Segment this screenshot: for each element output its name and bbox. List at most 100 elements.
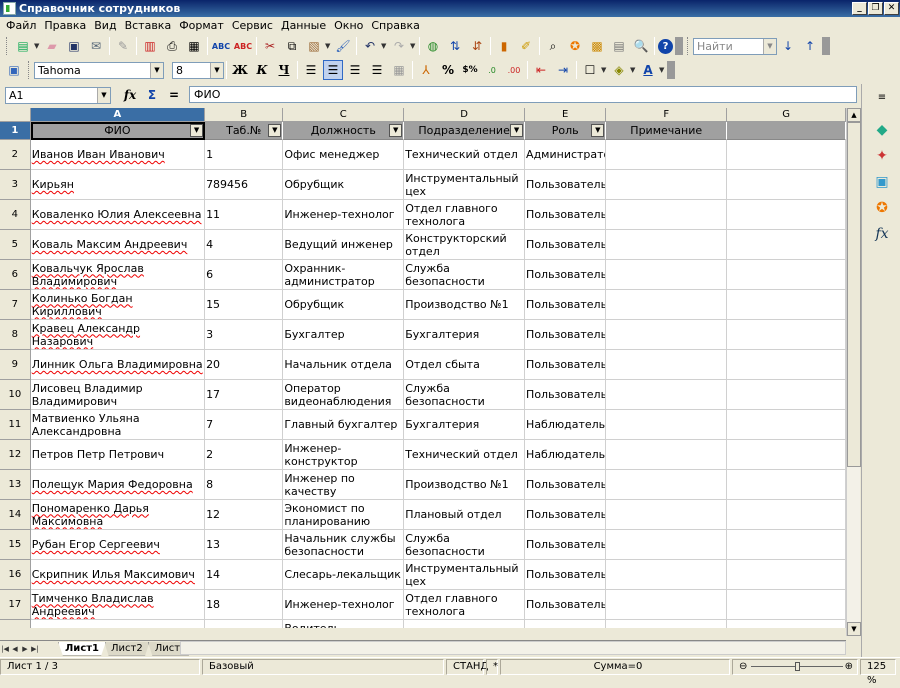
table-cell[interactable]: Конструкторский отдел: [404, 230, 526, 260]
horizontal-scrollbar[interactable]: [180, 641, 846, 655]
styles-icon[interactable]: ✦: [872, 146, 892, 166]
zoom-icon[interactable]: 🔍: [631, 36, 651, 56]
merge-cells-icon[interactable]: ▦: [389, 60, 409, 80]
row-header[interactable]: 9: [0, 350, 31, 380]
italic-button[interactable]: К: [252, 60, 272, 80]
font-color-icon[interactable]: A: [638, 60, 658, 80]
table-cell[interactable]: [727, 470, 846, 500]
table-cell[interactable]: [606, 350, 728, 380]
table-cell[interactable]: [727, 590, 846, 620]
zoom-slider[interactable]: ⊖ ⊕: [732, 658, 858, 675]
table-header-cell[interactable]: Должность ▼: [283, 122, 405, 140]
chevron-down-icon[interactable]: ▼: [659, 66, 666, 74]
table-cell[interactable]: 3: [205, 320, 284, 350]
font-size-select[interactable]: 8 ▼: [172, 61, 224, 79]
toolbar-grip[interactable]: [28, 61, 31, 79]
prev-sheet-icon[interactable]: ◀: [10, 645, 20, 653]
row-header[interactable]: 3: [0, 170, 31, 200]
table-cell[interactable]: Производство №1: [404, 470, 526, 500]
new-icon[interactable]: ▤: [13, 36, 33, 56]
table-cell[interactable]: Ведущий инженер: [283, 230, 405, 260]
print-icon[interactable]: ⎙: [162, 36, 182, 56]
find-icon[interactable]: ⌕: [543, 36, 563, 56]
table-cell[interactable]: Коваленко Юлия Алексеевна: [30, 200, 206, 230]
scroll-up-icon[interactable]: ▲: [847, 108, 861, 122]
table-cell[interactable]: Кравец Александр Назарович: [30, 320, 206, 350]
percent-icon[interactable]: %: [438, 60, 458, 80]
table-cell[interactable]: Пользователь: [525, 530, 607, 560]
table-cell[interactable]: 7: [205, 410, 284, 440]
table-cell[interactable]: [727, 170, 846, 200]
table-cell[interactable]: [606, 410, 728, 440]
table-cell[interactable]: Водитель-экспедитор: [283, 620, 405, 628]
table-cell[interactable]: 2: [205, 440, 284, 470]
table-cell[interactable]: 18: [205, 590, 284, 620]
save-icon[interactable]: ▣: [64, 36, 84, 56]
table-cell[interactable]: Пользователь: [525, 170, 607, 200]
redo-icon[interactable]: ↷: [389, 36, 409, 56]
zoom-thumb[interactable]: [795, 661, 800, 671]
underline-button[interactable]: Ч: [274, 60, 294, 80]
edit-icon[interactable]: ✎: [113, 36, 133, 56]
chevron-down-icon[interactable]: ▼: [325, 42, 332, 50]
status-sum[interactable]: Сумма=0: [500, 658, 730, 675]
table-cell[interactable]: Пользователь: [525, 470, 607, 500]
table-cell[interactable]: [727, 410, 846, 440]
table-cell[interactable]: Петров Петр Петрович: [30, 440, 206, 470]
chevron-down-icon[interactable]: ▼: [150, 62, 163, 78]
table-cell[interactable]: Инженер-конструктор: [283, 440, 405, 470]
table-header-cell[interactable]: Подразделение ▼: [404, 122, 526, 140]
table-cell[interactable]: Служба безопасности: [404, 260, 526, 290]
sort-asc-icon[interactable]: ⇅: [445, 36, 465, 56]
undo-icon[interactable]: ↶: [360, 36, 380, 56]
table-cell[interactable]: [727, 350, 846, 380]
table-cell[interactable]: [606, 200, 728, 230]
table-cell[interactable]: [727, 140, 846, 170]
table-cell[interactable]: Администратор: [525, 140, 607, 170]
status-insert-mode[interactable]: СТАНД: [446, 658, 488, 675]
row-header[interactable]: 12: [0, 440, 31, 470]
table-cell[interactable]: Матвиенко Ульяна Александровна: [30, 410, 206, 440]
table-cell[interactable]: 12: [205, 500, 284, 530]
currency-icon[interactable]: $%: [460, 60, 480, 80]
table-header-cell[interactable]: Примечание: [606, 122, 728, 140]
table-cell[interactable]: Пользователь: [525, 290, 607, 320]
table-cell[interactable]: Коваль Максим Андреевич: [30, 230, 206, 260]
table-cell[interactable]: 15: [205, 290, 284, 320]
table-cell[interactable]: Обрубщик: [283, 170, 405, 200]
menu-item[interactable]: Окно: [330, 19, 367, 32]
row-header[interactable]: 6: [0, 260, 31, 290]
table-cell[interactable]: Пользователь: [525, 500, 607, 530]
gallery-icon[interactable]: ▣: [872, 172, 892, 192]
chevron-down-icon[interactable]: ▼: [381, 42, 388, 50]
chevron-down-icon[interactable]: ▼: [410, 42, 417, 50]
menu-item[interactable]: Вставка: [121, 19, 176, 32]
menu-item[interactable]: Формат: [175, 19, 228, 32]
row-header[interactable]: 4: [0, 200, 31, 230]
column-header[interactable]: E: [525, 108, 607, 122]
scroll-down-icon[interactable]: ▼: [847, 622, 861, 636]
table-cell[interactable]: Инженер-технолог: [283, 200, 405, 230]
table-cell[interactable]: Инженер-технолог: [283, 590, 405, 620]
autofilter-button[interactable]: ▼: [190, 124, 204, 137]
table-cell[interactable]: [606, 470, 728, 500]
row-header[interactable]: 15: [0, 530, 31, 560]
sheet-tab-2[interactable]: Лист2: [104, 641, 150, 656]
copy-icon[interactable]: ⧉: [282, 36, 302, 56]
menu-item[interactable]: Вид: [90, 19, 120, 32]
spellcheck-icon[interactable]: ABC: [211, 36, 231, 56]
table-cell[interactable]: 14: [205, 560, 284, 590]
table-cell[interactable]: [727, 230, 846, 260]
row-header[interactable]: 2: [0, 140, 31, 170]
table-cell[interactable]: 8: [205, 470, 284, 500]
table-cell[interactable]: Пользователь: [525, 260, 607, 290]
column-header[interactable]: B: [205, 108, 284, 122]
table-cell[interactable]: [727, 380, 846, 410]
first-sheet-icon[interactable]: |◀: [0, 645, 10, 653]
close-button[interactable]: ✕: [884, 2, 899, 15]
autofilter-button[interactable]: ▼: [510, 124, 524, 137]
table-cell[interactable]: Главный бухгалтер: [283, 410, 405, 440]
menu-item[interactable]: Справка: [367, 19, 423, 32]
table-cell[interactable]: [727, 260, 846, 290]
table-cell[interactable]: Пользователь: [525, 230, 607, 260]
